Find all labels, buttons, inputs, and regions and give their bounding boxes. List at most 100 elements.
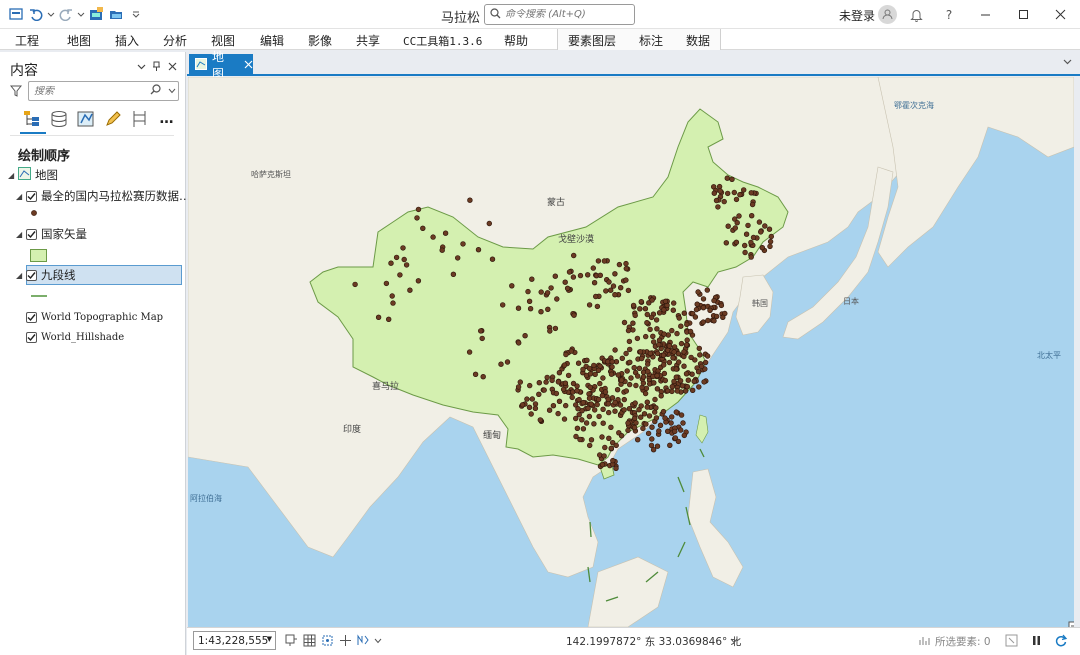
marathon-point[interactable]: [599, 434, 605, 440]
marathon-point[interactable]: [695, 289, 701, 295]
marathon-point[interactable]: [442, 230, 449, 236]
marathon-point[interactable]: [644, 399, 650, 405]
marathon-point[interactable]: [574, 425, 581, 431]
marathon-point[interactable]: [393, 254, 400, 261]
status-tools-dropdown-icon[interactable]: [370, 633, 385, 648]
marathon-point[interactable]: [654, 350, 661, 357]
marathon-point[interactable]: [623, 277, 629, 283]
marathon-point[interactable]: [759, 245, 765, 251]
marathon-point[interactable]: [635, 373, 641, 379]
marathon-point[interactable]: [586, 365, 593, 372]
marathon-point[interactable]: [550, 403, 557, 409]
marathon-point[interactable]: [602, 444, 608, 451]
marathon-point[interactable]: [516, 340, 522, 346]
layer-name[interactable]: 九段线: [41, 267, 76, 283]
marathon-point[interactable]: [526, 404, 533, 410]
search-icon[interactable]: [150, 84, 161, 98]
marathon-point[interactable]: [556, 398, 563, 404]
marathon-point[interactable]: [498, 361, 504, 367]
marathon-point[interactable]: [642, 306, 649, 312]
marathon-point[interactable]: [681, 349, 687, 355]
marathon-point[interactable]: [748, 254, 754, 260]
marathon-point[interactable]: [639, 384, 645, 391]
marathon-point[interactable]: [639, 355, 645, 362]
help-icon[interactable]: ?: [939, 5, 959, 24]
marathon-point[interactable]: [720, 314, 726, 321]
marathon-point[interactable]: [684, 337, 690, 343]
marathon-point[interactable]: [633, 382, 639, 389]
marathon-point[interactable]: [654, 326, 660, 332]
marathon-point[interactable]: [698, 363, 705, 370]
new-project-icon[interactable]: [86, 5, 106, 23]
marathon-point[interactable]: [606, 435, 612, 441]
marathon-point[interactable]: [566, 269, 573, 275]
marathon-point[interactable]: [608, 371, 615, 377]
marathon-point[interactable]: [500, 302, 506, 308]
undo-dropdown-icon[interactable]: [46, 5, 56, 23]
marathon-point[interactable]: [644, 404, 650, 410]
marathon-point[interactable]: [375, 314, 382, 321]
marathon-point[interactable]: [529, 396, 535, 402]
marathon-point[interactable]: [645, 430, 652, 437]
navigation-tools-icon[interactable]: [355, 633, 370, 648]
tab-map[interactable]: 地图: [67, 32, 91, 49]
fixed-zoom-icon[interactable]: [284, 633, 299, 648]
marathon-point[interactable]: [700, 305, 707, 311]
marathon-point[interactable]: [594, 401, 600, 408]
marathon-point[interactable]: [757, 229, 764, 235]
marathon-point[interactable]: [525, 288, 531, 295]
maximize-icon[interactable]: [1013, 5, 1033, 24]
marathon-point[interactable]: [725, 223, 731, 229]
marathon-point[interactable]: [489, 256, 496, 262]
marathon-point[interactable]: [519, 402, 526, 408]
marathon-point[interactable]: [700, 319, 706, 325]
redo-dropdown-icon[interactable]: [76, 5, 86, 23]
layer-row-topographic[interactable]: World Topographic Map: [26, 308, 163, 326]
marathon-point[interactable]: [673, 366, 679, 372]
layer-row-nine-dash-line[interactable]: ◢ 九段线: [16, 266, 76, 284]
marathon-point[interactable]: [678, 323, 684, 329]
marathon-point[interactable]: [575, 406, 581, 412]
marathon-point[interactable]: [529, 276, 535, 282]
marathon-point[interactable]: [626, 406, 633, 412]
marathon-point[interactable]: [573, 415, 579, 422]
marathon-point[interactable]: [467, 197, 473, 203]
marathon-point[interactable]: [707, 307, 713, 314]
marathon-point[interactable]: [569, 394, 575, 401]
marathon-point[interactable]: [600, 406, 606, 412]
marathon-point[interactable]: [597, 452, 603, 458]
marathon-point[interactable]: [524, 396, 530, 402]
marathon-point[interactable]: [619, 355, 625, 361]
marathon-point[interactable]: [590, 265, 596, 271]
marathon-point[interactable]: [733, 196, 740, 203]
layer-row-marathons[interactable]: ◢ 最全的国内马拉松赛历数据…: [16, 187, 191, 205]
close-window-icon[interactable]: [1050, 5, 1070, 24]
marathon-point[interactable]: [595, 367, 602, 373]
marathon-point[interactable]: [688, 354, 694, 361]
marathon-point[interactable]: [767, 238, 774, 245]
symbol-swatch-points[interactable]: [30, 204, 38, 222]
layer-name[interactable]: 国家矢量: [41, 226, 87, 242]
pause-drawing-icon[interactable]: [1029, 633, 1044, 648]
marathon-point[interactable]: [537, 417, 543, 423]
list-by-data-source-icon[interactable]: [47, 108, 70, 130]
marathon-point[interactable]: [705, 317, 711, 324]
marathon-point[interactable]: [645, 361, 651, 367]
marathon-point[interactable]: [634, 335, 641, 342]
marathon-point[interactable]: [586, 302, 593, 308]
tab-map-view[interactable]: 地图: [189, 50, 253, 81]
marathon-point[interactable]: [608, 424, 614, 430]
marathon-point[interactable]: [665, 388, 671, 394]
marathon-point[interactable]: [732, 225, 738, 231]
marathon-point[interactable]: [623, 265, 629, 272]
marathon-point[interactable]: [646, 413, 653, 419]
selection-chart-icon[interactable]: [917, 633, 932, 648]
marathon-point[interactable]: [660, 352, 667, 358]
marathon-point[interactable]: [563, 351, 569, 358]
marathon-point[interactable]: [439, 247, 445, 253]
marathon-point[interactable]: [748, 190, 754, 196]
marathon-point[interactable]: [745, 222, 751, 229]
marathon-point[interactable]: [538, 309, 544, 315]
marathon-point[interactable]: [701, 379, 707, 385]
marathon-point[interactable]: [580, 366, 586, 373]
